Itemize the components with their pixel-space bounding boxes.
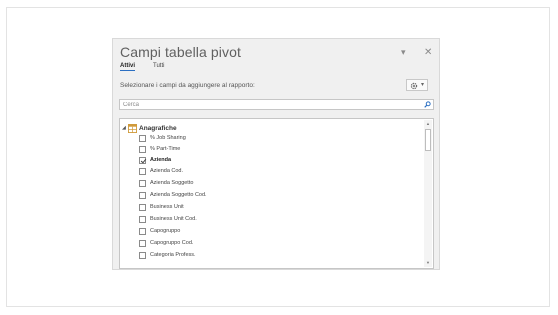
field-label: Capogruppo Cod.	[150, 240, 194, 246]
field-label: % Job Sharing	[150, 135, 186, 141]
pane-options-dropdown-icon[interactable]: ▾	[401, 48, 406, 57]
field-label: Business Unit Cod.	[150, 216, 197, 222]
search-field[interactable]	[119, 99, 434, 110]
vertical-scrollbar[interactable]: ▲ ▼	[424, 120, 432, 267]
field-label: Azienda Soggetto	[150, 180, 194, 186]
tools-settings-button[interactable]: ▾	[406, 79, 428, 91]
field-label: Azienda Cod.	[150, 168, 184, 174]
group-label: Anagrafiche	[139, 125, 177, 132]
scroll-up-icon[interactable]: ▲	[424, 120, 432, 128]
field-label: % Part-Time	[150, 146, 181, 152]
tab-active-fields[interactable]: Attivi	[120, 63, 135, 71]
pivot-field-list-pane: Campi tabella pivot ▾ ✕ Attivi Tutti Sel…	[112, 38, 440, 270]
field-checkbox[interactable]	[139, 252, 146, 259]
tab-all-fields[interactable]: Tutti	[153, 63, 164, 69]
field-label: Azienda Soggetto Cod.	[150, 192, 207, 198]
field-checkbox[interactable]	[139, 216, 146, 223]
scroll-down-icon[interactable]: ▼	[424, 259, 432, 267]
scroll-thumb[interactable]	[425, 129, 431, 151]
field-checkbox[interactable]	[139, 168, 146, 175]
field-label: Categoria Profess.	[150, 252, 196, 258]
field-checkbox[interactable]	[139, 180, 146, 187]
field-checkbox[interactable]	[139, 228, 146, 235]
field-checkbox[interactable]	[139, 240, 146, 247]
field-checkbox-checked[interactable]	[139, 157, 146, 164]
table-icon	[128, 124, 137, 133]
field-checkbox[interactable]	[139, 146, 146, 153]
search-icon[interactable]	[424, 101, 431, 108]
chevron-down-icon: ▾	[421, 82, 425, 88]
collapse-triangle-icon[interactable]: ◢	[122, 125, 126, 131]
pane-title: Campi tabella pivot	[120, 44, 241, 60]
gear-icon	[410, 82, 418, 90]
search-input[interactable]	[120, 100, 423, 109]
field-checkbox[interactable]	[139, 135, 146, 142]
field-checkbox[interactable]	[139, 204, 146, 211]
field-label: Azienda	[150, 157, 172, 163]
field-label: Business Unit	[150, 204, 184, 210]
field-label: Capogruppo	[150, 228, 181, 234]
field-checkbox[interactable]	[139, 192, 146, 199]
field-list: ◢ Anagrafiche % Job Sharing % Part-Time …	[119, 118, 434, 269]
instruction-text: Selezionare i campi da aggiungere al rap…	[120, 82, 255, 89]
close-icon[interactable]: ✕	[424, 48, 432, 58]
